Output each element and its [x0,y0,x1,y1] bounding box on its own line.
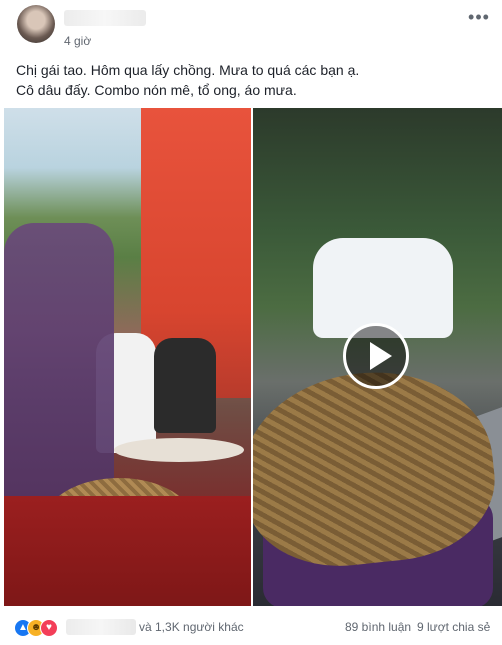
author-name-blurred[interactable] [64,10,146,26]
post-photo[interactable] [4,108,251,606]
post-text-line: Cô dâu đấy. Combo nón mê, tổ ong, áo mưa… [16,82,297,98]
reaction-icons[interactable]: ▲ ☻ ♥ [14,619,66,637]
more-options-icon[interactable]: ••• [468,8,490,28]
post-timestamp[interactable]: 4 giờ [64,34,91,48]
love-reaction-icon: ♥ [40,619,58,637]
author-avatar[interactable] [17,5,55,43]
post-text: Chị gái tao. Hôm qua lấy chồng. Mưa to q… [16,60,486,100]
reaction-count[interactable]: và 1,3K người khác [139,620,244,634]
comments-count-link[interactable]: 89 bình luận [345,620,411,634]
shares-count-link[interactable]: 9 lượt chia sẻ [417,620,490,634]
play-icon [370,342,392,370]
video-play-button[interactable] [343,323,409,389]
post-card: 4 giờ ••• Chị gái tao. Hôm qua lấy chồng… [0,0,502,645]
guest-figure [154,338,216,433]
post-text-line: Chị gái tao. Hôm qua lấy chồng. Mưa to q… [16,62,360,78]
reactor-names-blurred[interactable] [66,619,136,635]
dining-table [114,438,244,462]
wet-floor [4,496,251,606]
